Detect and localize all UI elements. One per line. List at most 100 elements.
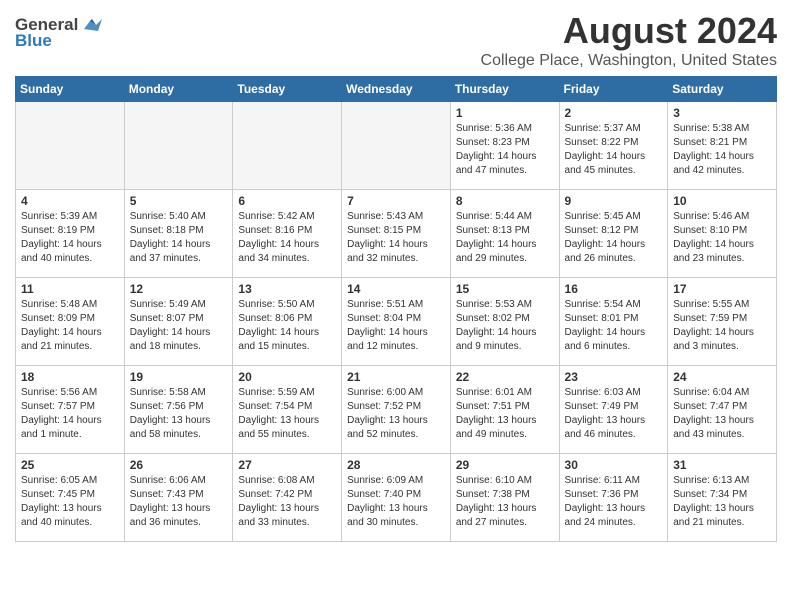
day-info: Sunrise: 6:01 AM Sunset: 7:51 PM Dayligh… — [456, 386, 554, 442]
weekday-header-sunday: Sunday — [16, 77, 125, 102]
day-cell: 25Sunrise: 6:05 AM Sunset: 7:45 PM Dayli… — [16, 454, 125, 542]
day-info: Sunrise: 5:40 AM Sunset: 8:18 PM Dayligh… — [130, 210, 228, 266]
weekday-header-tuesday: Tuesday — [233, 77, 342, 102]
day-cell: 31 Sunrise: 6:13 AM Sunset: 7:34 PM Dayli… — [668, 454, 777, 542]
day-cell: 23 Sunrise: 6:03 AM Sunset: 7:49 PM Dayli… — [559, 366, 668, 454]
day-number: 2 — [565, 106, 663, 120]
day-info: Sunrise: 6:09 AM Sunset: 7:40 PM Dayligh… — [347, 474, 445, 530]
weekday-header-saturday: Saturday — [668, 77, 777, 102]
day-cell: 22 Sunrise: 6:01 AM Sunset: 7:51 PM Dayli… — [450, 366, 559, 454]
day-info: Sunrise: 6:04 AM Sunset: 7:47 PM Dayligh… — [673, 386, 771, 442]
day-number: 11 — [21, 282, 119, 296]
header: General Blue August 2024 College Place, … — [15, 10, 777, 70]
day-info: Sunrise: 5:48 AM Sunset: 8:09 PM Dayligh… — [21, 298, 119, 354]
day-info: Sunrise: 5:43 AM Sunset: 8:15 PM Dayligh… — [347, 210, 445, 266]
day-cell: 11 Sunrise: 5:48 AM Sunset: 8:09 PM Dayli… — [16, 278, 125, 366]
weekday-header-thursday: Thursday — [450, 77, 559, 102]
day-info: Sunrise: 6:11 AM Sunset: 7:36 PM Dayligh… — [565, 474, 663, 530]
day-info: Sunrise: 5:55 AM Sunset: 7:59 PM Dayligh… — [673, 298, 771, 354]
weekday-header-row: SundayMondayTuesdayWednesdayThursdayFrid… — [16, 77, 777, 102]
day-cell: 18 Sunrise: 5:56 AM Sunset: 7:57 PM Dayli… — [16, 366, 125, 454]
day-cell: 2 Sunrise: 5:37 AM Sunset: 8:22 PM Daylig… — [559, 102, 668, 190]
day-cell: 12 Sunrise: 5:49 AM Sunset: 8:07 PM Dayli… — [124, 278, 233, 366]
day-cell — [233, 102, 342, 190]
day-info: Sunrise: 5:53 AM Sunset: 8:02 PM Dayligh… — [456, 298, 554, 354]
day-info: Sunrise: 6:13 AM Sunset: 7:34 PM Dayligh… — [673, 474, 771, 530]
week-row-3: 11 Sunrise: 5:48 AM Sunset: 8:09 PM Dayli… — [16, 278, 777, 366]
weekday-header-friday: Friday — [559, 77, 668, 102]
day-cell: 14 Sunrise: 5:51 AM Sunset: 8:04 PM Dayli… — [342, 278, 451, 366]
day-info: Sunrise: 5:45 AM Sunset: 8:12 PM Dayligh… — [565, 210, 663, 266]
day-info: Sunrise: 5:54 AM Sunset: 8:01 PM Dayligh… — [565, 298, 663, 354]
day-number: 5 — [130, 194, 228, 208]
day-cell: 8Sunrise: 5:44 AM Sunset: 8:13 PM Daylig… — [450, 190, 559, 278]
day-info: Sunrise: 5:50 AM Sunset: 8:06 PM Dayligh… — [238, 298, 336, 354]
day-info: Sunrise: 6:10 AM Sunset: 7:38 PM Dayligh… — [456, 474, 554, 530]
day-number: 23 — [565, 370, 663, 384]
day-cell: 6Sunrise: 5:42 AM Sunset: 8:16 PM Daylig… — [233, 190, 342, 278]
day-cell: 4Sunrise: 5:39 AM Sunset: 8:19 PM Daylig… — [16, 190, 125, 278]
day-info: Sunrise: 6:03 AM Sunset: 7:49 PM Dayligh… — [565, 386, 663, 442]
title-area: August 2024 College Place, Washington, U… — [481, 10, 777, 70]
day-number: 7 — [347, 194, 445, 208]
day-number: 1 — [456, 106, 554, 120]
day-cell: 3Sunrise: 5:38 AM Sunset: 8:21 PM Daylig… — [668, 102, 777, 190]
day-cell — [124, 102, 233, 190]
weekday-header-monday: Monday — [124, 77, 233, 102]
day-info: Sunrise: 6:05 AM Sunset: 7:45 PM Dayligh… — [21, 474, 119, 530]
day-number: 8 — [456, 194, 554, 208]
day-info: Sunrise: 5:49 AM Sunset: 8:07 PM Dayligh… — [130, 298, 228, 354]
day-number: 19 — [130, 370, 228, 384]
day-number: 15 — [456, 282, 554, 296]
day-cell — [342, 102, 451, 190]
day-cell: 30Sunrise: 6:11 AM Sunset: 7:36 PM Dayli… — [559, 454, 668, 542]
day-number: 14 — [347, 282, 445, 296]
day-number: 21 — [347, 370, 445, 384]
day-cell: 13 Sunrise: 5:50 AM Sunset: 8:06 PM Dayli… — [233, 278, 342, 366]
day-cell: 24 Sunrise: 6:04 AM Sunset: 7:47 PM Dayli… — [668, 366, 777, 454]
day-number: 10 — [673, 194, 771, 208]
day-cell: 7 Sunrise: 5:43 AM Sunset: 8:15 PM Daylig… — [342, 190, 451, 278]
day-number: 24 — [673, 370, 771, 384]
day-cell: 10 Sunrise: 5:46 AM Sunset: 8:10 PM Dayli… — [668, 190, 777, 278]
day-cell: 19 Sunrise: 5:58 AM Sunset: 7:56 PM Dayli… — [124, 366, 233, 454]
day-cell: 27Sunrise: 6:08 AM Sunset: 7:42 PM Dayli… — [233, 454, 342, 542]
day-cell: 15 Sunrise: 5:53 AM Sunset: 8:02 PM Dayli… — [450, 278, 559, 366]
day-cell: 21 Sunrise: 6:00 AM Sunset: 7:52 PM Dayli… — [342, 366, 451, 454]
day-number: 4 — [21, 194, 119, 208]
day-info: Sunrise: 6:06 AM Sunset: 7:43 PM Dayligh… — [130, 474, 228, 530]
day-number: 12 — [130, 282, 228, 296]
day-number: 13 — [238, 282, 336, 296]
day-info: Sunrise: 5:38 AM Sunset: 8:21 PM Dayligh… — [673, 122, 771, 178]
day-number: 9 — [565, 194, 663, 208]
day-number: 22 — [456, 370, 554, 384]
day-info: Sunrise: 5:51 AM Sunset: 8:04 PM Dayligh… — [347, 298, 445, 354]
subtitle: College Place, Washington, United States — [481, 52, 777, 70]
day-cell: 29 Sunrise: 6:10 AM Sunset: 7:38 PM Dayli… — [450, 454, 559, 542]
day-number: 28 — [347, 458, 445, 472]
week-row-4: 18 Sunrise: 5:56 AM Sunset: 7:57 PM Dayli… — [16, 366, 777, 454]
day-number: 26 — [130, 458, 228, 472]
day-info: Sunrise: 5:56 AM Sunset: 7:57 PM Dayligh… — [21, 386, 119, 442]
weekday-header-wednesday: Wednesday — [342, 77, 451, 102]
week-row-1: 1 Sunrise: 5:36 AM Sunset: 8:23 PM Daylig… — [16, 102, 777, 190]
day-number: 29 — [456, 458, 554, 472]
day-info: Sunrise: 5:46 AM Sunset: 8:10 PM Dayligh… — [673, 210, 771, 266]
logo-bird-icon — [80, 17, 102, 33]
day-info: Sunrise: 5:37 AM Sunset: 8:22 PM Dayligh… — [565, 122, 663, 178]
day-info: Sunrise: 6:00 AM Sunset: 7:52 PM Dayligh… — [347, 386, 445, 442]
day-cell: 28 Sunrise: 6:09 AM Sunset: 7:40 PM Dayli… — [342, 454, 451, 542]
day-cell: 1 Sunrise: 5:36 AM Sunset: 8:23 PM Daylig… — [450, 102, 559, 190]
day-info: Sunrise: 5:58 AM Sunset: 7:56 PM Dayligh… — [130, 386, 228, 442]
day-number: 16 — [565, 282, 663, 296]
logo: General Blue — [15, 15, 102, 51]
day-info: Sunrise: 5:59 AM Sunset: 7:54 PM Dayligh… — [238, 386, 336, 442]
week-row-2: 4Sunrise: 5:39 AM Sunset: 8:19 PM Daylig… — [16, 190, 777, 278]
day-number: 20 — [238, 370, 336, 384]
main-title: August 2024 — [481, 10, 777, 52]
day-number: 18 — [21, 370, 119, 384]
day-info: Sunrise: 5:36 AM Sunset: 8:23 PM Dayligh… — [456, 122, 554, 178]
day-number: 6 — [238, 194, 336, 208]
day-number: 17 — [673, 282, 771, 296]
day-number: 31 — [673, 458, 771, 472]
